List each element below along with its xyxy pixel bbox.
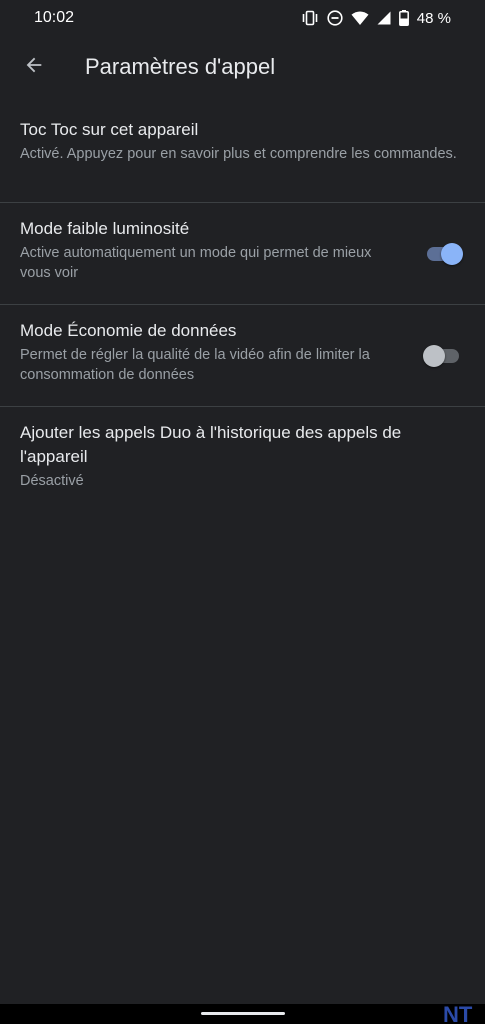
app-bar: Paramètres d'appel	[0, 42, 485, 92]
arrow-back-icon	[23, 54, 45, 81]
setting-data-saver-mode[interactable]: Mode Économie de données Permet de régle…	[0, 305, 485, 407]
vibrate-icon	[301, 10, 319, 26]
status-bar: 10:02 48 %	[0, 0, 485, 36]
call-settings-screen: 10:02 48 % Paramètres d'appel Toc Toc su…	[0, 0, 485, 1004]
setting-title: Toc Toc sur cet appareil	[20, 120, 199, 139]
watermark-logo: NT	[443, 1002, 473, 1024]
setting-summary: Activé. Appuyez pour en savoir plus et c…	[20, 146, 457, 162]
setting-title: Ajouter les appels Duo à l'historique de…	[20, 423, 402, 466]
setting-title: Mode Économie de données	[20, 321, 237, 340]
setting-summary: Désactivé	[20, 473, 84, 489]
settings-list: Toc Toc sur cet appareil Activé. Appuyez…	[0, 104, 485, 507]
setting-summary: Permet de régler la qualité de la vidéo …	[20, 347, 370, 383]
setting-text: Mode faible luminosité Active automatiqu…	[20, 217, 465, 283]
setting-title: Mode faible luminosité	[20, 219, 190, 238]
setting-add-duo-calls-to-history[interactable]: Ajouter les appels Duo à l'historique de…	[0, 407, 485, 507]
wifi-icon	[351, 11, 369, 26]
data-saver-mode-toggle[interactable]	[423, 344, 463, 368]
setting-low-light-mode[interactable]: Mode faible luminosité Active automatiqu…	[0, 203, 485, 305]
battery-percentage: 48 %	[416, 9, 451, 27]
setting-summary: Active automatiquement un mode qui perme…	[20, 245, 372, 281]
back-button[interactable]	[10, 43, 58, 91]
setting-text: Mode Économie de données Permet de régle…	[20, 319, 465, 385]
page-title: Paramètres d'appel	[85, 54, 276, 79]
status-icons: 48 %	[301, 10, 451, 27]
low-light-mode-toggle[interactable]	[423, 242, 463, 266]
cellular-signal-icon	[377, 11, 391, 25]
toggle-thumb	[423, 344, 445, 367]
battery-icon	[398, 10, 409, 26]
navigation-bar: NT	[0, 1002, 485, 1024]
watermark-text: NT	[443, 1002, 473, 1024]
setting-knock-knock[interactable]: Toc Toc sur cet appareil Activé. Appuyez…	[0, 104, 485, 203]
do-not-disturb-icon	[327, 10, 343, 26]
toggle-thumb	[441, 242, 463, 265]
setting-text: Ajouter les appels Duo à l'historique de…	[20, 421, 465, 491]
setting-text: Toc Toc sur cet appareil Activé. Appuyez…	[20, 118, 465, 164]
status-time: 10:02	[34, 9, 75, 26]
home-gesture-handle[interactable]	[200, 1012, 285, 1015]
